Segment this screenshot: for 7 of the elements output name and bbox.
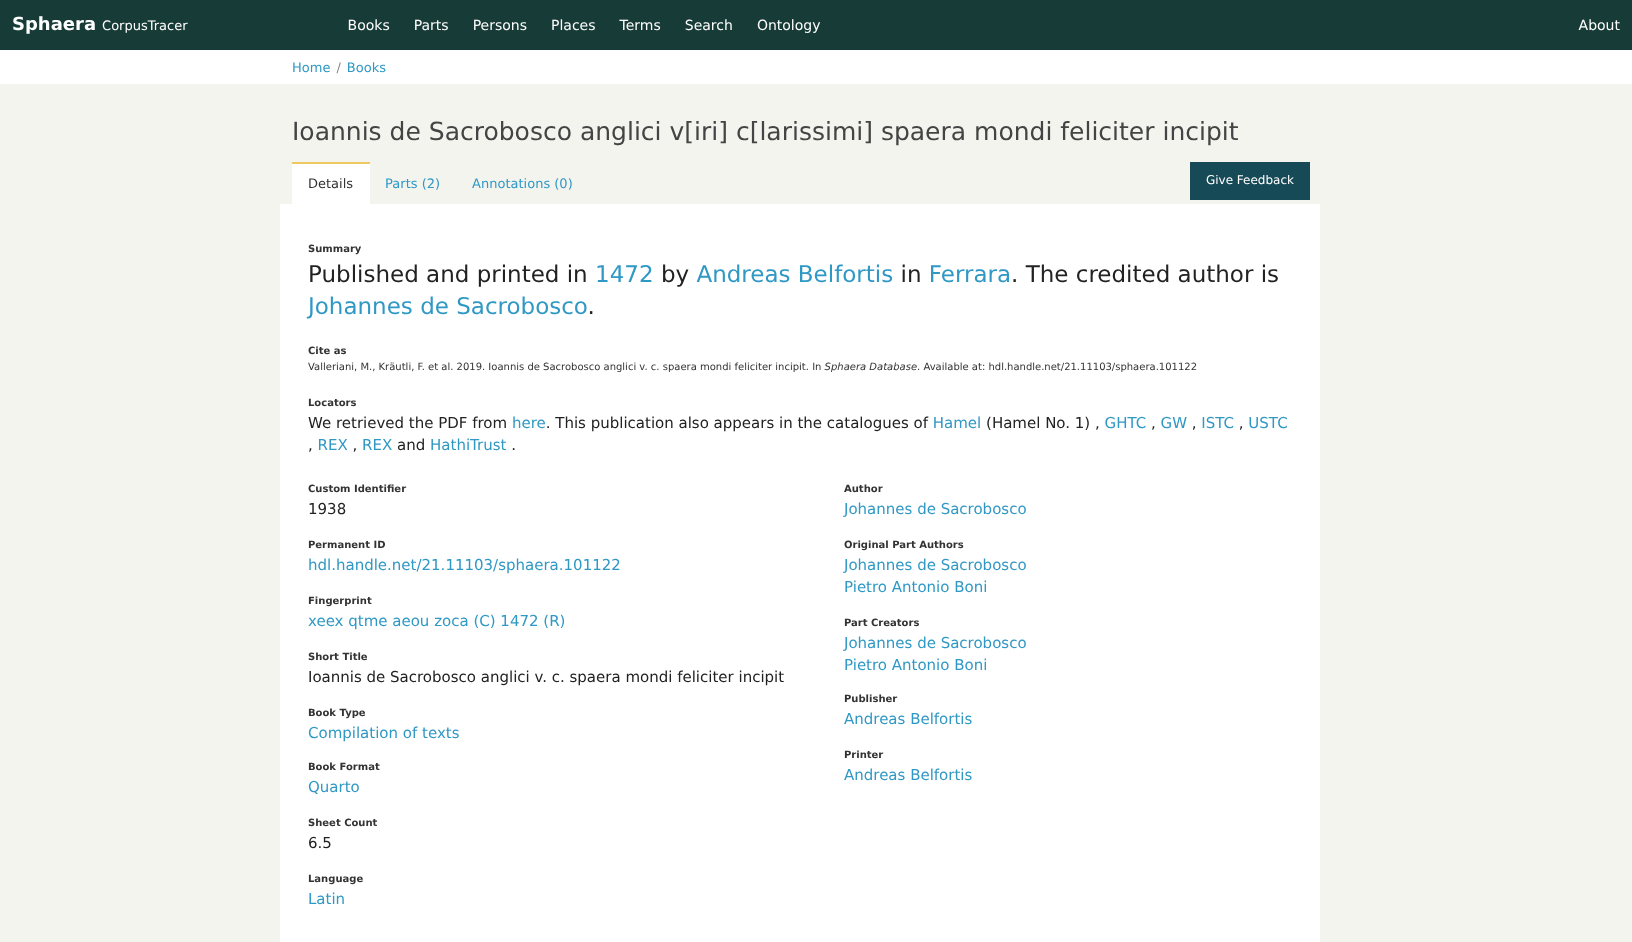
text-link[interactable]: 1472 xyxy=(595,260,654,288)
summary-text: Published and printed in 1472 by Andreas Belfortis in Ferrara. The credited author is Johannes de Sacrobosco. xyxy=(308,260,1282,323)
page-title: Ioannis de Sacrobosco anglici v[iri] c[larissimi] spaera mondi feliciter incipit xyxy=(292,116,1241,146)
brand-name[interactable]: Sphaera xyxy=(12,15,97,35)
text-link[interactable]: Johannes de Sacrobosco xyxy=(308,291,588,320)
text-link[interactable]: Andreas Belfortis xyxy=(696,260,894,288)
text-link[interactable]: Ferrara xyxy=(928,260,1012,288)
